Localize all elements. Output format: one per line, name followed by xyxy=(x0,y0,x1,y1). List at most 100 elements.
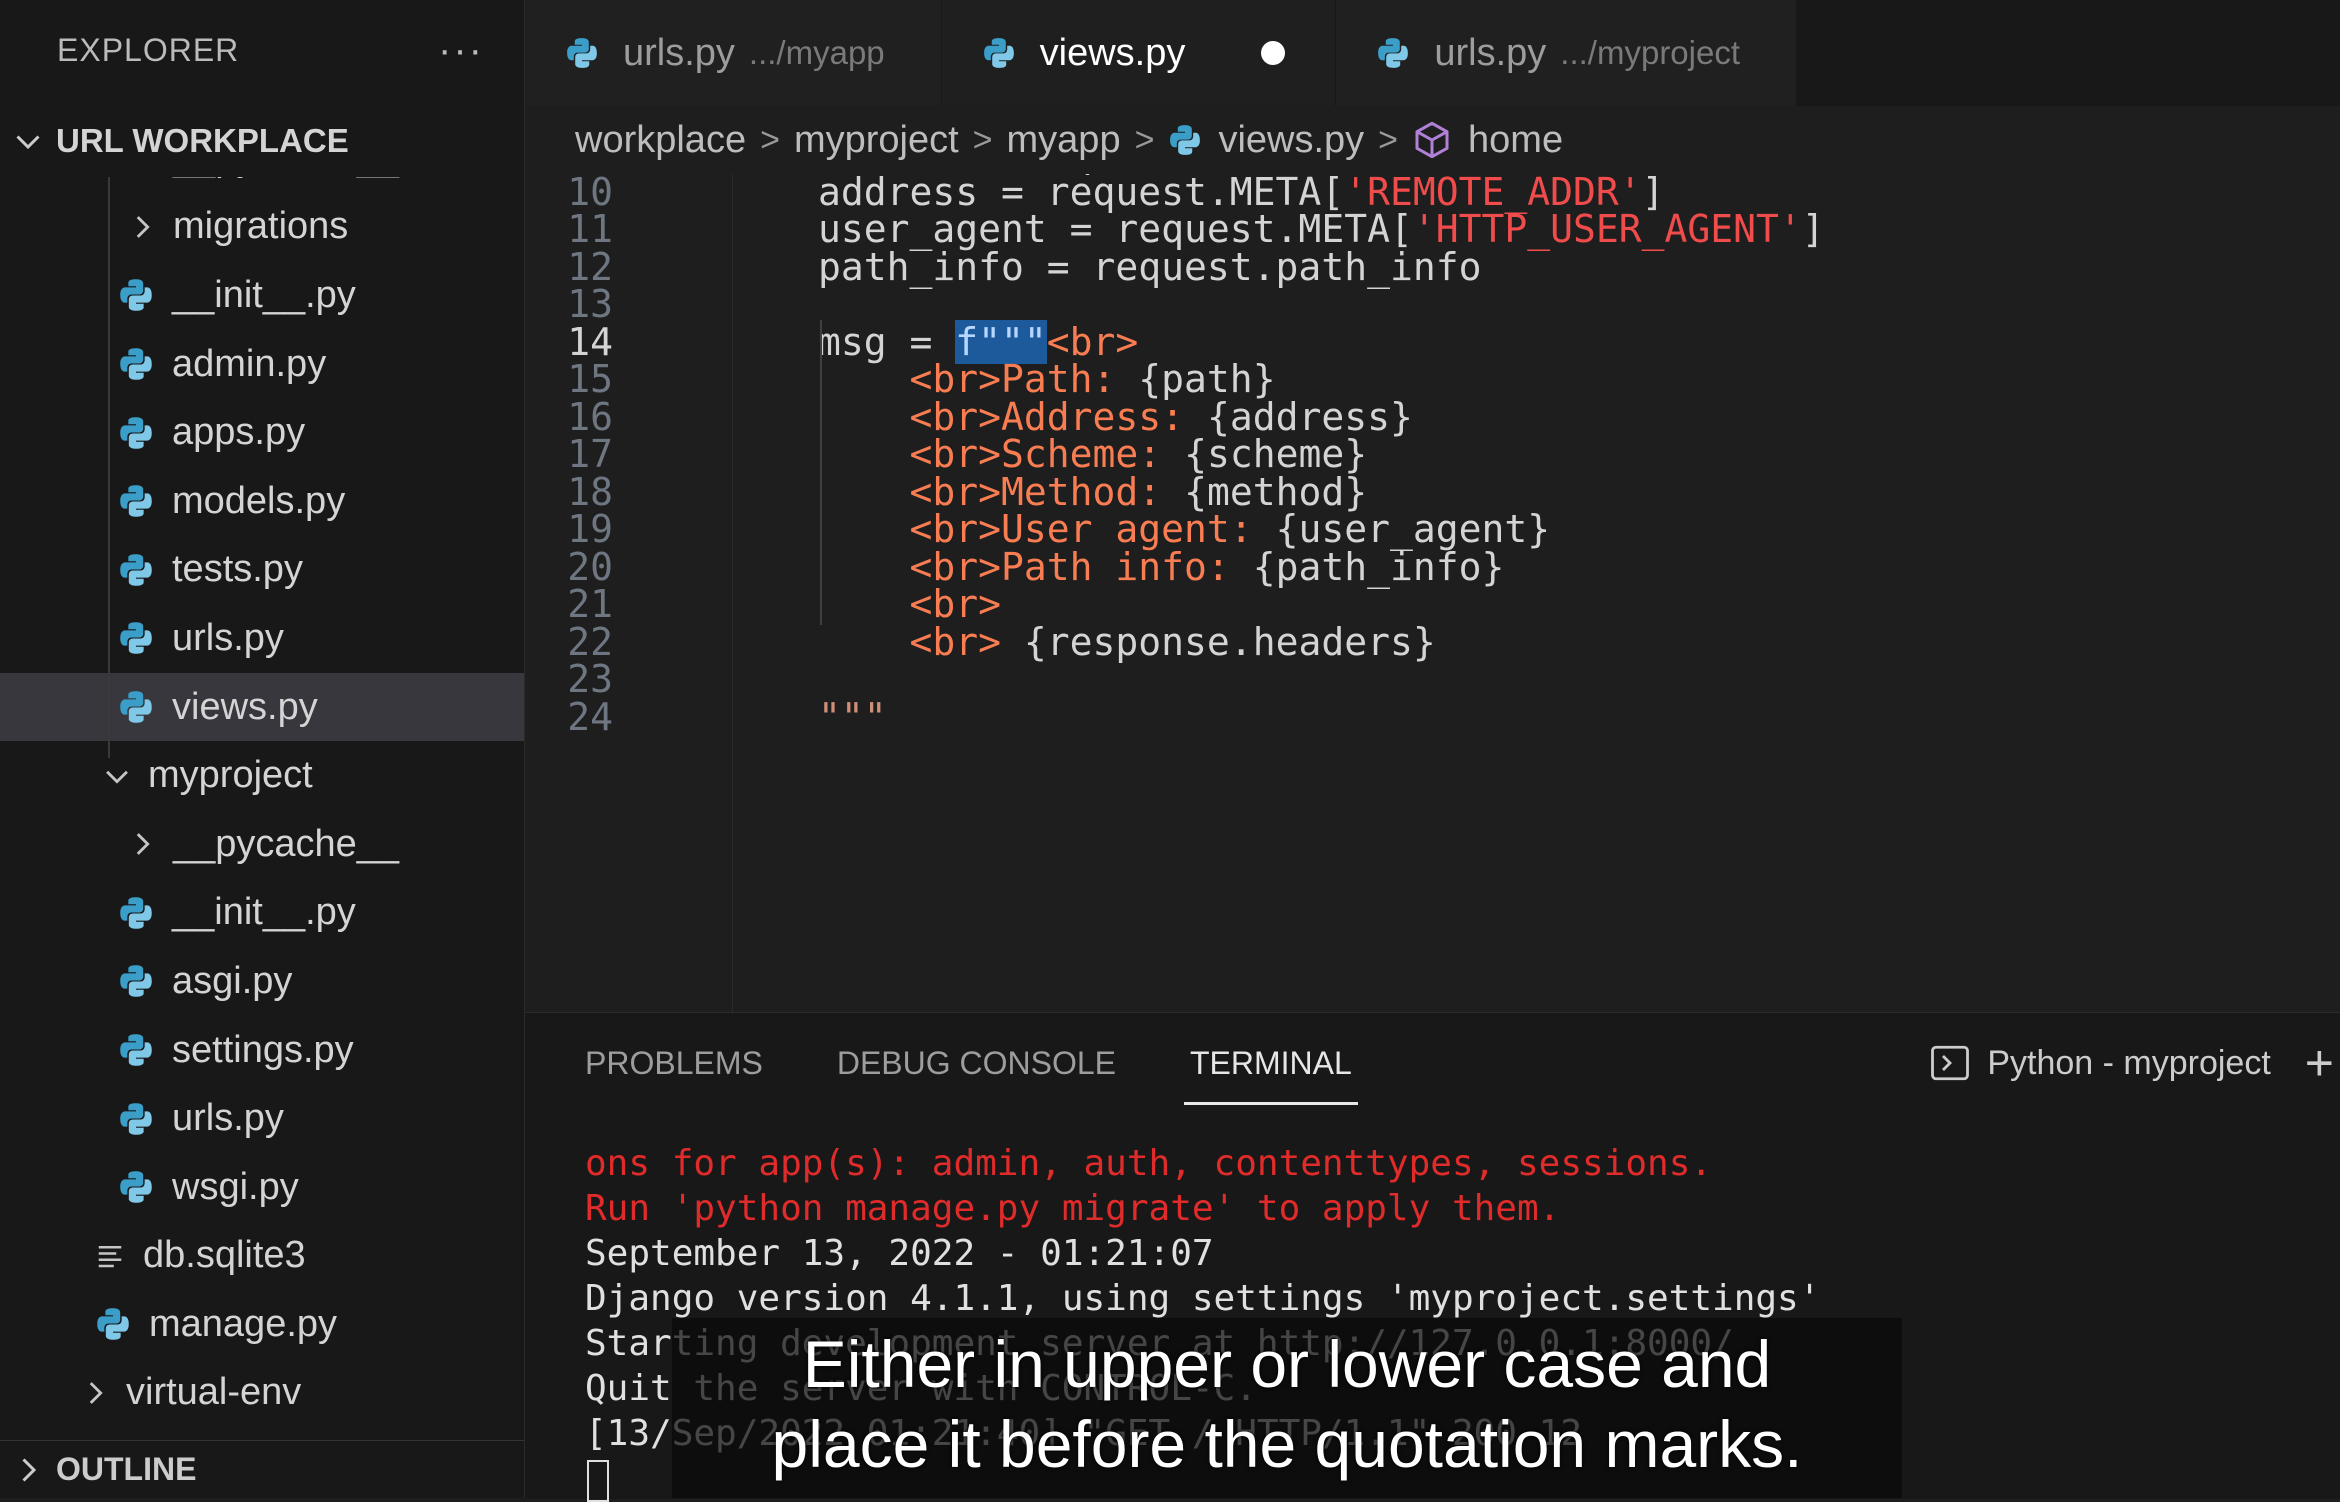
more-actions-icon[interactable]: ··· xyxy=(438,28,484,73)
breadcrumb-item-home[interactable]: home xyxy=(1468,119,1563,162)
chevron-right-icon: > xyxy=(1134,120,1155,159)
tree-item[interactable]: wsgi.py xyxy=(0,1153,524,1222)
panel-tabs: PROBLEMS DEBUG CONSOLE TERMINAL xyxy=(585,1013,1426,1113)
explorer-sidebar: EXPLORER ··· __pycache__ migrations __init… xyxy=(0,0,525,1498)
tree-item[interactable]: models.py xyxy=(0,467,524,536)
python-icon xyxy=(120,416,152,449)
chevron-right-icon: > xyxy=(760,120,780,159)
tree-item[interactable]: migrations xyxy=(0,193,524,262)
tree-item-label: urls.py xyxy=(172,1097,284,1140)
tree-item-label: virtual-env xyxy=(126,1371,302,1414)
tree-item-label: __init__.py xyxy=(172,273,356,316)
terminal-line: Run 'python manage.py migrate' to apply … xyxy=(585,1188,1561,1229)
workspace-name: URL WORKPLACE xyxy=(56,122,349,159)
python-icon xyxy=(120,485,152,518)
chevron-down-icon xyxy=(106,770,128,784)
python-icon xyxy=(120,279,152,312)
python-icon xyxy=(120,554,152,586)
python-icon xyxy=(120,1034,152,1066)
subtitle-line-2: place it before the quotation marks. xyxy=(771,1407,1803,1481)
python-icon xyxy=(567,38,597,68)
python-icon xyxy=(120,897,152,929)
terminal-line: September 13, 2022 - 01:21:07 xyxy=(585,1233,1214,1274)
cube-icon xyxy=(1415,121,1449,159)
breadcrumb-item-myproject[interactable]: myproject xyxy=(794,119,959,162)
tree-item-label: urls.py xyxy=(172,616,284,659)
outline-label: OUTLINE xyxy=(56,1451,197,1487)
terminal-icon xyxy=(1931,1045,1970,1081)
tree-item-label: wsgi.py xyxy=(172,1165,299,1208)
tab-terminal[interactable]: TERMINAL xyxy=(1184,1013,1358,1113)
tree-item[interactable]: db.sqlite3 xyxy=(0,1222,524,1291)
chevron-down-icon xyxy=(16,135,40,150)
tree-item-label: __init__.py xyxy=(172,891,356,934)
tree-item[interactable]: __pycache__ xyxy=(0,810,524,879)
tree-item-label: models.py xyxy=(172,479,346,522)
tree-item[interactable]: __init__.py xyxy=(0,879,524,948)
editor-tab[interactable]: urls.py .../myproject xyxy=(1336,0,1798,106)
tree-item[interactable]: urls.py xyxy=(0,604,524,673)
tree-item[interactable]: tests.py xyxy=(0,536,524,605)
explorer-header: EXPLORER ··· xyxy=(0,0,524,100)
terminal-name: Python - myproject xyxy=(1987,1043,2271,1082)
tree-item[interactable]: settings.py xyxy=(0,1016,524,1085)
editor-tabs: urls.py .../myapp views.py urls.py .../mypro… xyxy=(525,0,2340,106)
editor-tab[interactable]: views.py xyxy=(941,0,1337,106)
tree-item[interactable]: virtual-env xyxy=(0,1359,524,1428)
unsaved-dot-icon[interactable] xyxy=(1261,41,1286,65)
python-icon xyxy=(983,38,1014,68)
chevron-right-icon xyxy=(136,833,150,856)
code-line[interactable]: <br> {response.headers} xyxy=(818,620,1436,664)
chevron-right-icon: > xyxy=(972,120,993,159)
explorer-title: EXPLORER xyxy=(57,31,240,68)
tree-item-label: manage.py xyxy=(149,1302,338,1345)
tree-item-label: __pycache__ xyxy=(173,822,400,865)
tab-directory: .../myproject xyxy=(1560,34,1741,71)
tree-item[interactable]: myproject xyxy=(0,741,524,810)
tree-item-label: migrations xyxy=(173,205,349,248)
tree-item-label: db.sqlite3 xyxy=(143,1234,306,1277)
terminal-line: Django version 4.1.1, using settings 'my… xyxy=(585,1278,1821,1319)
tab-problems[interactable]: PROBLEMS xyxy=(585,1013,763,1113)
python-icon xyxy=(1170,125,1201,155)
line-number: 24 xyxy=(567,694,613,739)
subtitle-line-1: Either in upper or lower case and xyxy=(802,1327,1772,1401)
tree-item[interactable]: admin.py xyxy=(0,330,524,399)
code-editor[interactable]: 9method = request.method10address = requ… xyxy=(525,150,2340,1012)
terminal-selector[interactable]: Python - myproject + xyxy=(1929,1013,2340,1113)
editor-tab[interactable]: urls.py .../myapp xyxy=(525,0,942,106)
code-line[interactable]: path_info = request.path_info xyxy=(818,245,1481,289)
outline-section[interactable]: OUTLINE xyxy=(0,1440,524,1498)
tab-filename: urls.py xyxy=(623,31,735,74)
tree-item-label: admin.py xyxy=(172,342,327,385)
tree-item[interactable]: views.py xyxy=(0,672,524,742)
python-icon xyxy=(120,622,152,655)
video-subtitle: Either in upper or lower case and place … xyxy=(672,1318,1902,1498)
terminal-cursor xyxy=(587,1460,609,1502)
breadcrumb-item-myapp[interactable]: myapp xyxy=(1007,119,1121,162)
tab-filename: views.py xyxy=(1039,31,1186,74)
tree-item[interactable]: manage.py xyxy=(0,1290,524,1359)
editor-fold-gutter xyxy=(732,150,733,1012)
terminal-line: ons for app(s): admin, auth, contenttype… xyxy=(585,1143,1713,1184)
code-line[interactable]: """ xyxy=(818,695,887,739)
tree-indent-guide xyxy=(108,168,110,758)
tree-item-label: tests.py xyxy=(172,548,303,591)
tree-item[interactable]: apps.py xyxy=(0,398,524,467)
tree-item[interactable]: asgi.py xyxy=(0,947,524,1016)
tree-item[interactable]: urls.py xyxy=(0,1084,524,1153)
python-icon xyxy=(120,1171,152,1203)
python-icon xyxy=(120,1102,152,1135)
breadcrumb-item-workplace[interactable]: workplace xyxy=(575,119,746,162)
chevron-right-icon xyxy=(89,1382,103,1404)
add-terminal-icon[interactable]: + xyxy=(2305,1034,2334,1092)
breadcrumb-item-views[interactable]: views.py xyxy=(1218,119,1364,162)
tree-item-label: views.py xyxy=(172,685,318,728)
python-icon xyxy=(120,691,152,723)
tree-item[interactable]: __init__.py xyxy=(0,261,524,330)
workspace-section[interactable]: URL WORKPLACE xyxy=(0,105,524,177)
tab-debug-console[interactable]: DEBUG CONSOLE xyxy=(837,1013,1116,1113)
indent-guide xyxy=(820,320,822,625)
tree-item-label: apps.py xyxy=(172,411,306,454)
chevron-right-icon: > xyxy=(1378,120,1399,159)
